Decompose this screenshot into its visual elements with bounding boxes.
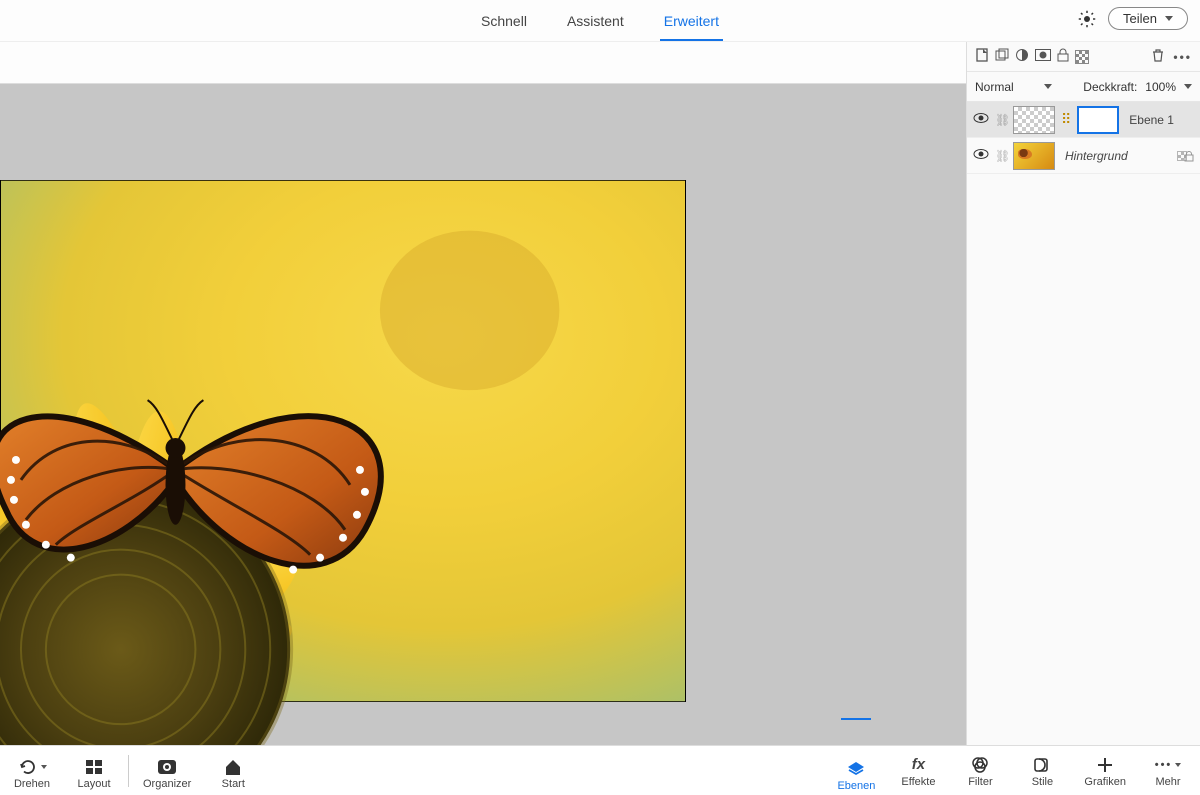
styles-tab-label: Stile [1032, 776, 1053, 788]
document-canvas[interactable] [0, 180, 686, 702]
bottom-bar: Drehen Layout Organizer Start Ebenen [0, 745, 1200, 795]
layout-icon [85, 758, 103, 776]
effects-tab[interactable]: fx Effekte [898, 750, 938, 788]
trash-icon[interactable] [1151, 48, 1165, 65]
styles-tab[interactable]: Stile [1022, 750, 1062, 788]
mode-tab-schnell[interactable]: Schnell [477, 1, 531, 41]
chevron-down-icon [1165, 16, 1173, 21]
share-button[interactable]: Teilen [1108, 7, 1188, 30]
layer-group-icon[interactable] [995, 48, 1009, 65]
home-label: Start [222, 778, 245, 790]
brightness-icon[interactable] [1078, 10, 1096, 28]
chevron-down-icon [1184, 84, 1192, 89]
opacity-value[interactable]: 100% [1145, 80, 1176, 94]
new-layer-icon[interactable] [975, 48, 989, 65]
share-label: Teilen [1123, 11, 1157, 26]
graphics-tab-label: Grafiken [1084, 776, 1126, 788]
opacity-label: Deckkraft: [1083, 80, 1137, 94]
layer-name[interactable]: Hintergrund [1065, 149, 1128, 163]
rotate-label: Drehen [14, 778, 50, 790]
blend-mode-value: Normal [975, 80, 1014, 94]
graphics-tab[interactable]: Grafiken [1084, 750, 1126, 788]
mode-tabs: Schnell Assistent Erweitert [477, 1, 723, 41]
link-icon[interactable]: ⛓ [995, 149, 1007, 163]
more-icon: ••• [1155, 756, 1182, 774]
layer-thumbnail[interactable] [1013, 142, 1055, 170]
layers-panel: ••• Normal Deckkraft: 100% ⛓ [966, 42, 1200, 745]
layers-panel-toolbar: ••• [967, 42, 1200, 72]
chevron-down-icon [1044, 84, 1052, 89]
plus-icon [1096, 756, 1114, 774]
top-bar: Schnell Assistent Erweitert Teilen [0, 0, 1200, 42]
visibility-toggle-icon[interactable] [973, 148, 989, 163]
layers-tab-label: Ebenen [837, 780, 875, 792]
organizer-button[interactable]: Organizer [143, 752, 191, 790]
filter-tab-label: Filter [968, 776, 992, 788]
mask-icon[interactable] [1035, 49, 1051, 64]
more-tab[interactable]: ••• Mehr [1148, 750, 1188, 788]
styles-icon [1032, 756, 1052, 774]
more-icon[interactable]: ••• [1173, 50, 1192, 64]
home-icon [223, 758, 243, 776]
effects-tab-label: Effekte [901, 776, 935, 788]
filter-icon [970, 756, 990, 774]
organizer-label: Organizer [143, 778, 191, 790]
separator [128, 755, 129, 787]
more-tab-label: Mehr [1155, 776, 1180, 788]
layers-icon [846, 760, 866, 778]
mode-tab-assistent[interactable]: Assistent [563, 1, 628, 41]
rotate-button[interactable]: Drehen [12, 752, 52, 790]
transparency-lock-icon[interactable] [1075, 50, 1089, 64]
mask-link-icon[interactable]: ⠿ [1061, 111, 1071, 128]
home-button[interactable]: Start [213, 752, 253, 790]
layer-name[interactable]: Ebene 1 [1129, 113, 1174, 127]
visibility-toggle-icon[interactable] [973, 112, 989, 127]
link-icon[interactable]: ⛓ [995, 113, 1007, 127]
organizer-icon [156, 758, 178, 776]
blend-mode-select[interactable]: Normal [975, 80, 1052, 94]
layers-tab[interactable]: Ebenen [836, 750, 876, 792]
layer-thumbnail[interactable] [1013, 106, 1055, 134]
background-lock-icon[interactable] [1177, 149, 1194, 163]
mode-tab-erweitert[interactable]: Erweitert [660, 1, 723, 41]
rotate-icon [18, 758, 47, 776]
layer-row[interactable]: ⛓ Hintergrund [967, 138, 1200, 174]
adjustment-layer-icon[interactable] [1015, 48, 1029, 65]
layout-label: Layout [77, 778, 110, 790]
layer-row[interactable]: ⛓ ⠿ Ebene 1 [967, 102, 1200, 138]
canvas-area[interactable] [0, 42, 966, 745]
layer-mask-thumbnail[interactable] [1077, 106, 1119, 134]
lock-icon[interactable] [1057, 48, 1069, 65]
layout-button[interactable]: Layout [74, 752, 114, 790]
fx-icon: fx [912, 756, 925, 774]
filter-tab[interactable]: Filter [960, 750, 1000, 788]
